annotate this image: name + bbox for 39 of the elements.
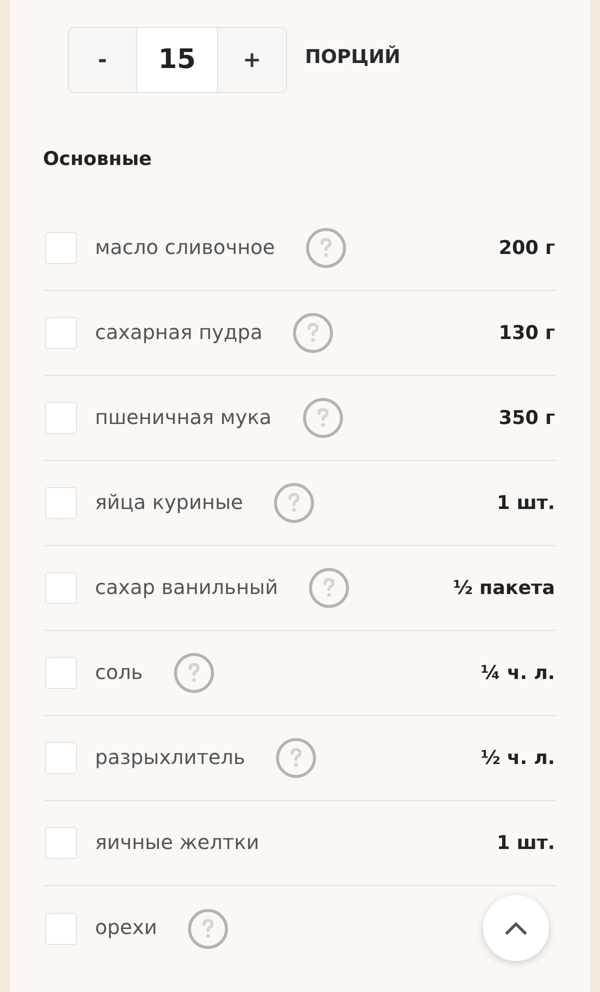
help-icon[interactable]: [174, 653, 214, 693]
checkbox[interactable]: [45, 232, 77, 264]
help-icon[interactable]: [188, 908, 228, 948]
ingredient-amount: ½ пакета: [453, 576, 555, 601]
ingredient-name: соль: [95, 658, 143, 686]
ingredient-amount: ½ ч. л.: [480, 746, 555, 771]
ingredient-amount: 350 г: [498, 406, 555, 431]
section-title: Основные: [43, 147, 152, 172]
help-icon[interactable]: [308, 568, 349, 608]
checkbox[interactable]: [45, 912, 77, 944]
ingredient-amount: 1 шт.: [496, 490, 555, 516]
servings-field[interactable]: 15: [137, 28, 218, 92]
help-icon[interactable]: [302, 398, 343, 438]
ingredient-name: разрыхлитель: [95, 744, 246, 770]
servings-label: ПОРЦИЙ: [305, 44, 400, 70]
ingredient-amount: 200 г: [498, 236, 555, 261]
checkbox[interactable]: [45, 827, 77, 859]
checkbox[interactable]: [45, 742, 77, 774]
checkbox[interactable]: [45, 487, 77, 519]
checkbox[interactable]: [45, 657, 77, 689]
help-icon[interactable]: [293, 313, 334, 353]
ingredient-name: сахар ванильный: [95, 574, 278, 600]
ingredient-amount: 1 шт.: [496, 830, 555, 856]
ingredient-name: орехи: [95, 914, 158, 941]
ingredient-name: яичные желтки: [95, 828, 260, 856]
ingredient-name: масло сливочное: [95, 234, 275, 260]
ingredient-name: сахарная пудра: [95, 318, 262, 346]
decrement-button[interactable]: -: [69, 28, 137, 92]
checkbox[interactable]: [45, 572, 77, 604]
chevron-up-icon: [505, 922, 527, 934]
help-icon[interactable]: [306, 228, 346, 268]
ingredient-name: яйца куриные: [95, 488, 244, 516]
ingredient-amount: 130 г: [498, 320, 555, 346]
ingredient-amount: ¼ ч. л.: [480, 660, 555, 686]
checkbox[interactable]: [45, 317, 77, 349]
checkbox[interactable]: [45, 402, 77, 434]
ingredient-name: пшеничная мука: [95, 404, 272, 430]
help-icon[interactable]: [274, 483, 314, 523]
help-icon[interactable]: [276, 738, 316, 778]
